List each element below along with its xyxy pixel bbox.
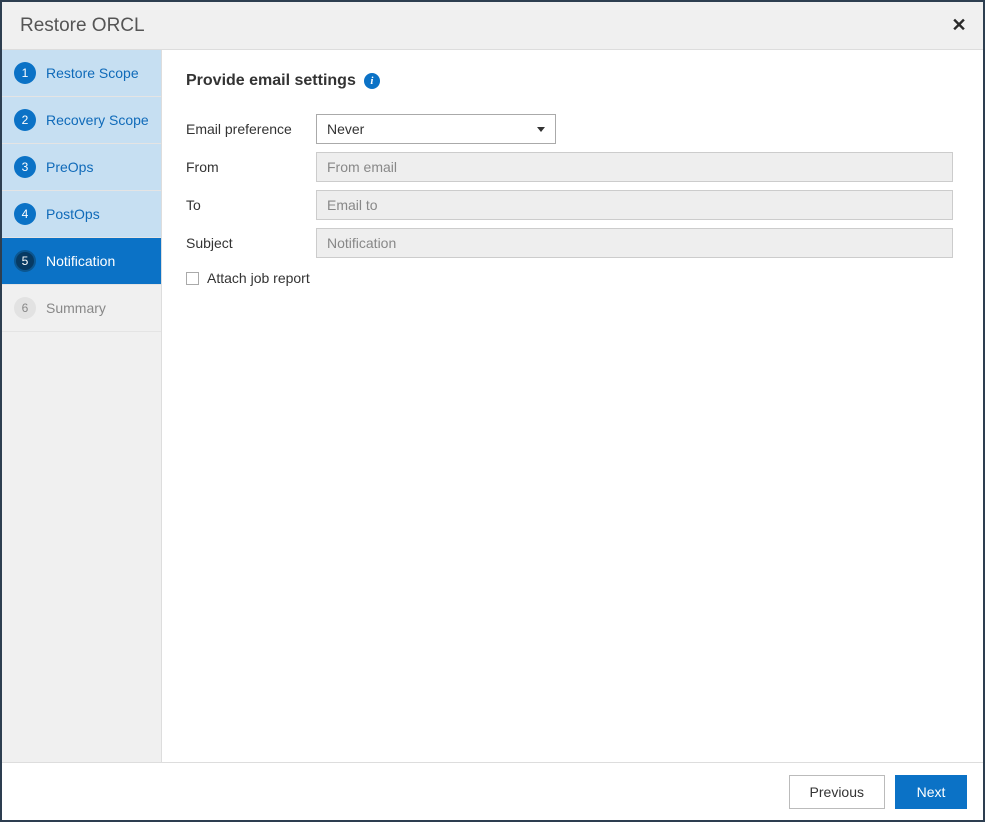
- step-summary[interactable]: 6 Summary: [2, 285, 161, 332]
- step-number: 6: [14, 297, 36, 319]
- row-from: From: [186, 152, 953, 182]
- step-restore-scope[interactable]: 1 Restore Scope: [2, 50, 161, 97]
- step-number: 5: [14, 250, 36, 272]
- main-panel: Provide email settings i Email preferenc…: [162, 50, 983, 762]
- dialog-title: Restore ORCL: [20, 15, 145, 37]
- step-label: Summary: [46, 300, 106, 316]
- step-label: Restore Scope: [46, 65, 139, 81]
- section-title-text: Provide email settings: [186, 72, 356, 90]
- section-title: Provide email settings i: [186, 72, 953, 90]
- step-label: PreOps: [46, 159, 93, 175]
- label-email-preference: Email preference: [186, 121, 316, 137]
- info-icon[interactable]: i: [364, 73, 380, 89]
- step-label: PostOps: [46, 206, 100, 222]
- subject-input[interactable]: [316, 228, 953, 258]
- next-button[interactable]: Next: [895, 775, 967, 809]
- label-subject: Subject: [186, 235, 316, 251]
- step-notification[interactable]: 5 Notification: [2, 238, 161, 285]
- step-number: 3: [14, 156, 36, 178]
- from-input[interactable]: [316, 152, 953, 182]
- step-preops[interactable]: 3 PreOps: [2, 144, 161, 191]
- to-input[interactable]: [316, 190, 953, 220]
- step-label: Recovery Scope: [46, 112, 149, 128]
- row-to: To: [186, 190, 953, 220]
- previous-button[interactable]: Previous: [789, 775, 885, 809]
- row-attach-report: Attach job report: [186, 270, 953, 286]
- close-icon[interactable]: ✕: [949, 16, 969, 36]
- select-value: Never: [327, 121, 364, 137]
- label-to: To: [186, 197, 316, 213]
- label-from: From: [186, 159, 316, 175]
- step-number: 2: [14, 109, 36, 131]
- dialog-footer: Previous Next: [2, 762, 983, 820]
- attach-report-checkbox[interactable]: [186, 272, 199, 285]
- step-recovery-scope[interactable]: 2 Recovery Scope: [2, 97, 161, 144]
- step-number: 1: [14, 62, 36, 84]
- wizard-sidebar: 1 Restore Scope 2 Recovery Scope 3 PreOp…: [2, 50, 162, 762]
- step-number: 4: [14, 203, 36, 225]
- step-label: Notification: [46, 253, 115, 269]
- step-postops[interactable]: 4 PostOps: [2, 191, 161, 238]
- attach-report-label: Attach job report: [207, 270, 310, 286]
- dialog-header: Restore ORCL ✕: [2, 2, 983, 50]
- restore-dialog: Restore ORCL ✕ 1 Restore Scope 2 Recover…: [0, 0, 985, 822]
- email-preference-select[interactable]: Never: [316, 114, 556, 144]
- row-email-preference: Email preference Never: [186, 114, 953, 144]
- dialog-body: 1 Restore Scope 2 Recovery Scope 3 PreOp…: [2, 50, 983, 762]
- row-subject: Subject: [186, 228, 953, 258]
- chevron-down-icon: [537, 127, 545, 132]
